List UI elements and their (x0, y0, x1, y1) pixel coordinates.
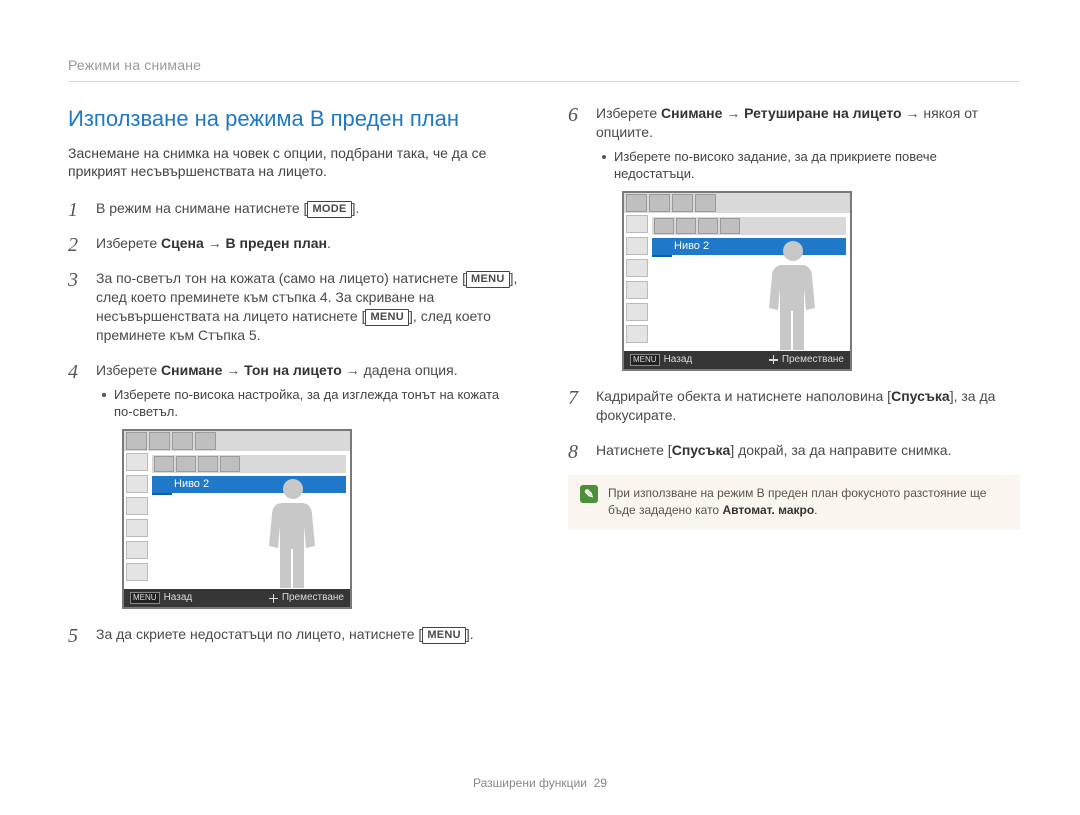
tab-icon (172, 432, 193, 450)
camera-lcd-preview: Ниво 2 MENUНазад Преместване (622, 191, 852, 371)
menu-key-icon: MENU (130, 592, 160, 604)
side-icon (126, 475, 148, 493)
person-silhouette-icon (258, 471, 328, 591)
menu-key-icon: MENU (630, 354, 660, 366)
dpad-icon (269, 594, 278, 603)
move-label: Преместване (782, 353, 844, 367)
option-chip (176, 456, 196, 472)
move-label: Преместване (282, 591, 344, 605)
step-number: 5 (68, 623, 78, 650)
option-chip (676, 218, 696, 234)
footer-page-number: 29 (594, 776, 607, 790)
right-column: 6 Изберете Снимане → Ретуширане на лицет… (568, 104, 1020, 660)
step-number: 8 (568, 439, 578, 466)
emph: Спусъка (891, 388, 950, 404)
menu-button-label: MENU (422, 627, 466, 644)
side-icon (626, 325, 648, 343)
dpad-icon (769, 355, 778, 364)
note-body: При използване на режим В преден план фо… (608, 485, 1008, 519)
step-text: За по-светъл тон на кожата (само на лице… (96, 270, 466, 286)
lcd-topbar (624, 193, 850, 213)
emph: Автомат. макро (722, 503, 814, 517)
emph: Снимане (161, 362, 222, 378)
emph: Снимане (661, 105, 722, 121)
tab-icon (672, 194, 693, 212)
option-chip (198, 456, 218, 472)
step-text: Изберете (96, 235, 161, 251)
option-chip (154, 456, 174, 472)
option-chip (698, 218, 718, 234)
side-icon (126, 497, 148, 515)
menu-button-label: MENU (466, 271, 510, 288)
step-text: ]. (352, 200, 360, 216)
page-title: Използване на режима В преден план (68, 104, 520, 134)
tab-icon (126, 432, 147, 450)
side-icon (626, 237, 648, 255)
info-icon: ✎ (580, 485, 598, 503)
step-number: 3 (68, 267, 78, 294)
person-silhouette-icon (758, 233, 828, 353)
option-chip (654, 218, 674, 234)
mode-button-label: MODE (307, 201, 351, 218)
step-text: Изберете (596, 105, 661, 121)
lcd-topbar (124, 431, 350, 451)
emph: В преден план (226, 235, 327, 251)
emph: Тон на лицето (244, 362, 342, 378)
lcd-bottombar: MENU Назад Преместване (624, 351, 850, 369)
lcd-sidebar (126, 453, 148, 581)
side-icon (626, 259, 648, 277)
step-text: В режим на снимане натиснете [ (96, 200, 307, 216)
side-icon (126, 563, 148, 581)
arrow: → (722, 105, 744, 121)
camera-lcd-preview: Ниво 2 MENUНазад Преместване (122, 429, 352, 609)
emph: Сцена (161, 235, 204, 251)
step-number: 1 (68, 197, 78, 224)
step-number: 2 (68, 232, 78, 259)
side-icon (126, 453, 148, 471)
side-icon (626, 215, 648, 233)
step-text: ] докрай, за да направите снимка. (730, 442, 951, 458)
menu-button-label: MENU (365, 309, 409, 326)
tab-icon (149, 432, 170, 450)
step-text: . (327, 235, 331, 251)
tab-icon (695, 194, 716, 212)
page-footer: Разширени функции 29 (0, 775, 1080, 791)
option-chip (720, 218, 740, 234)
section-header: Режими на снимане (68, 56, 1020, 82)
step-text: → дадена опция. (342, 362, 458, 378)
steps-left: 1 В режим на снимане натиснете [MODE]. 2… (68, 199, 520, 644)
step-number: 7 (568, 385, 578, 412)
tab-icon (649, 194, 670, 212)
info-note: ✎ При използване на режим В преден план … (568, 475, 1020, 529)
tab-icon (195, 432, 216, 450)
sub-bullet: Изберете по-високо задание, за да прикри… (600, 148, 1020, 183)
step-number: 4 (68, 359, 78, 386)
left-column: Използване на режима В преден план Засне… (68, 104, 520, 660)
sub-bullet: Изберете по-висока настройка, за да изгл… (100, 386, 520, 421)
step-text: За да скриете недостатъци по лицето, нат… (96, 626, 422, 642)
arrow: → (222, 362, 244, 378)
steps-right: 6 Изберете Снимане → Ретуширане на лицет… (568, 104, 1020, 460)
side-icon (126, 519, 148, 537)
back-label: Назад (164, 591, 193, 605)
side-icon (626, 281, 648, 299)
side-icon (126, 541, 148, 559)
emph: Спусъка (672, 442, 731, 458)
lcd-sidebar (626, 215, 648, 343)
emph: Ретуширане на лицето (744, 105, 901, 121)
step-number: 6 (568, 102, 578, 129)
side-icon (626, 303, 648, 321)
intro-text: Заснемане на снимка на човек с опции, по… (68, 144, 520, 182)
option-chip (220, 456, 240, 472)
step-text: Кадрирайте обекта и натиснете наполовина… (596, 388, 891, 404)
back-label: Назад (664, 353, 693, 367)
step-text: ]. (466, 626, 474, 642)
arrow: → (204, 235, 226, 251)
lcd-bottombar: MENU Назад Преместване (124, 589, 350, 607)
tab-icon (626, 194, 647, 212)
step-text: Натиснете [ (596, 442, 672, 458)
footer-section: Разширени функции (473, 776, 587, 790)
note-text: . (814, 503, 817, 517)
step-text: Изберете (96, 362, 161, 378)
